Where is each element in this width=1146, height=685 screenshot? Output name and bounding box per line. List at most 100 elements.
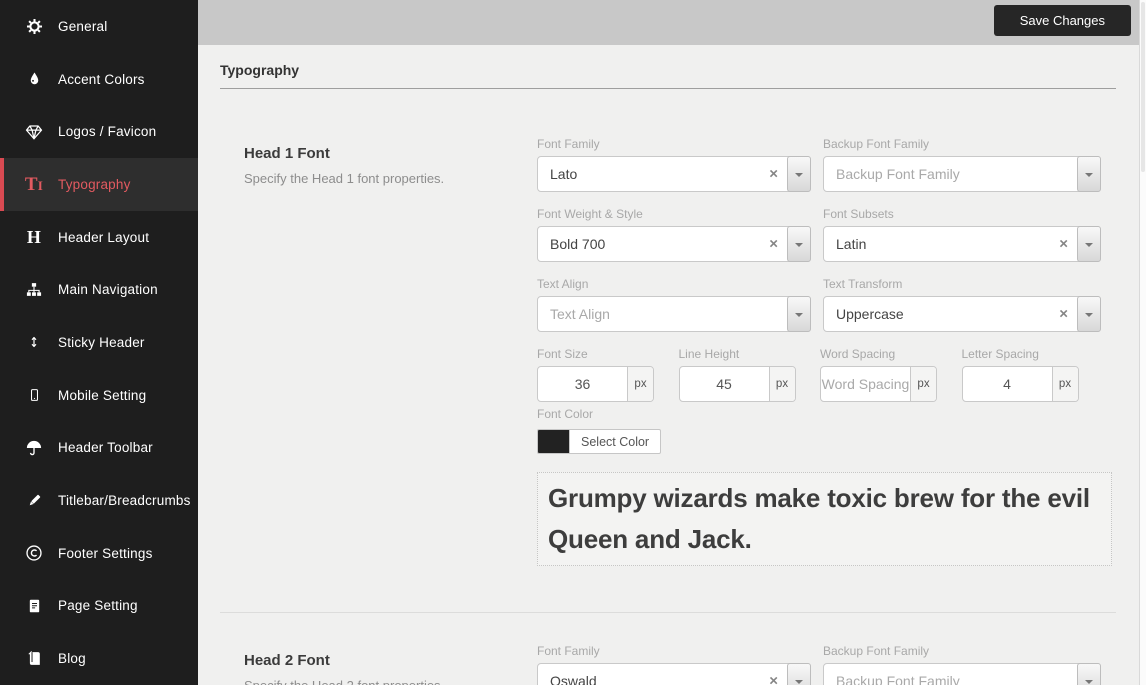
font-subsets-label: Font Subsets (823, 207, 1101, 221)
head1-font-section: Head 1 Font Specify the Head 1 font prop… (220, 137, 1116, 566)
font-size-label: Font Size (537, 347, 654, 361)
section-description: Specify the Head 1 font properties. (244, 171, 507, 186)
text-transform-label: Text Transform (823, 277, 1101, 291)
line-height-input[interactable] (680, 367, 769, 401)
section-title: Head 1 Font (244, 145, 507, 162)
head1-section-info: Head 1 Font Specify the Head 1 font prop… (220, 137, 537, 566)
font-family-select[interactable]: Lato × (537, 156, 811, 192)
font-color-label: Font Color (537, 407, 1112, 421)
chevron-down-icon[interactable] (787, 156, 811, 192)
sidebar-item-header-layout[interactable]: H Header Layout (0, 211, 198, 264)
header-layout-icon: H (21, 228, 47, 246)
sidebar-item-titlebar-breadcrumbs[interactable]: Titlebar/Breadcrumbs (0, 474, 198, 527)
chevron-down-icon[interactable] (1077, 156, 1101, 192)
placeholder-value: Text Align (550, 306, 610, 322)
sidebar-item-label: General (58, 19, 107, 34)
sidebar-item-accent-colors[interactable]: Accent Colors (0, 53, 198, 106)
sidebar-item-label: Main Navigation (58, 282, 158, 297)
vertical-arrows-icon (21, 333, 47, 351)
sidebar-item-main-navigation[interactable]: Main Navigation (0, 263, 198, 316)
page-title: Typography (220, 62, 1116, 89)
sidebar-item-general[interactable]: General (0, 0, 198, 53)
chevron-down-icon[interactable] (1077, 226, 1101, 262)
section-title: Head 2 Font (244, 652, 507, 669)
sidebar-item-blog[interactable]: Blog (0, 632, 198, 685)
unit-label: px (769, 367, 795, 401)
unit-label: px (627, 367, 653, 401)
font-weight-style-select[interactable]: Bold 700 × (537, 226, 811, 262)
copyright-icon (21, 544, 47, 562)
letter-spacing-input-group: px (962, 366, 1079, 402)
selected-value: Bold 700 (550, 236, 605, 252)
section-divider (220, 612, 1116, 613)
sidebar-item-header-toolbar[interactable]: Header Toolbar (0, 422, 198, 475)
select-color-button[interactable]: Select Color (537, 429, 661, 454)
chevron-down-icon[interactable] (1077, 663, 1101, 685)
selected-value: Uppercase (836, 306, 904, 322)
font-weight-style-label: Font Weight & Style (537, 207, 811, 221)
font-size-input-group: px (537, 366, 654, 402)
placeholder-value: Backup Font Family (836, 673, 960, 685)
font-size-input[interactable] (538, 367, 627, 401)
letter-spacing-input[interactable] (963, 367, 1052, 401)
droplet-icon (21, 70, 47, 88)
selected-value: Latin (836, 236, 866, 252)
word-spacing-input-group: px (820, 366, 937, 402)
word-spacing-input[interactable] (821, 367, 910, 401)
sidebar: General Accent Colors Logos / Favicon TI… (0, 0, 198, 685)
clear-icon[interactable]: × (769, 167, 778, 182)
word-spacing-label: Word Spacing (820, 347, 937, 361)
save-changes-button[interactable]: Save Changes (994, 5, 1131, 36)
head2-section-info: Head 2 Font Specify the Head 2 font prop… (220, 644, 537, 685)
unit-label: px (1052, 367, 1078, 401)
diamond-icon (21, 123, 47, 141)
backup-font-family-label: Backup Font Family (823, 644, 1101, 658)
clear-icon[interactable]: × (1059, 307, 1068, 322)
placeholder-value: Backup Font Family (836, 166, 960, 182)
chevron-down-icon[interactable] (787, 296, 811, 332)
line-height-input-group: px (679, 366, 796, 402)
clear-icon[interactable]: × (769, 674, 778, 685)
unit-label: px (910, 367, 936, 401)
head2-font-section: Head 2 Font Specify the Head 2 font prop… (220, 644, 1116, 685)
sidebar-item-sticky-header[interactable]: Sticky Header (0, 316, 198, 369)
font-subsets-select[interactable]: Latin × (823, 226, 1101, 262)
chevron-down-icon[interactable] (787, 663, 811, 685)
text-align-label: Text Align (537, 277, 811, 291)
backup-font-family-select[interactable]: Backup Font Family (823, 663, 1101, 685)
color-swatch (538, 430, 569, 453)
scrollbar[interactable] (1139, 0, 1146, 685)
chevron-down-icon[interactable] (787, 226, 811, 262)
scrollbar-thumb[interactable] (1141, 2, 1145, 172)
mobile-icon (21, 386, 47, 404)
chevron-down-icon[interactable] (1077, 296, 1101, 332)
typography-icon: TI (21, 175, 47, 194)
sidebar-item-footer-settings[interactable]: Footer Settings (0, 527, 198, 580)
book-icon (21, 650, 47, 667)
text-transform-select[interactable]: Uppercase × (823, 296, 1101, 332)
sitemap-icon (21, 281, 47, 298)
line-height-label: Line Height (679, 347, 796, 361)
sidebar-item-label: Typography (58, 177, 131, 192)
page-icon (21, 597, 47, 615)
font-family-select[interactable]: Oswald × (537, 663, 811, 685)
clear-icon[interactable]: × (769, 237, 778, 252)
topbar: Save Changes (198, 0, 1146, 45)
sidebar-item-label: Footer Settings (58, 546, 153, 561)
sidebar-item-label: Header Toolbar (58, 440, 153, 455)
section-description: Specify the Head 2 font properties. (244, 678, 507, 685)
sidebar-item-label: Titlebar/Breadcrumbs (58, 493, 191, 508)
backup-font-family-select[interactable]: Backup Font Family (823, 156, 1101, 192)
sidebar-item-label: Logos / Favicon (58, 124, 156, 139)
sidebar-item-mobile-setting[interactable]: Mobile Setting (0, 369, 198, 422)
clear-icon[interactable]: × (1059, 237, 1068, 252)
selected-value: Oswald (550, 673, 597, 685)
backup-font-family-label: Backup Font Family (823, 137, 1101, 151)
sidebar-item-logos-favicon[interactable]: Logos / Favicon (0, 105, 198, 158)
sidebar-item-label: Page Setting (58, 598, 138, 613)
font-preview: Grumpy wizards make toxic brew for the e… (537, 472, 1112, 566)
text-align-select[interactable]: Text Align (537, 296, 811, 332)
sidebar-item-page-setting[interactable]: Page Setting (0, 580, 198, 633)
select-color-label: Select Color (569, 430, 660, 453)
sidebar-item-typography[interactable]: TI Typography (0, 158, 198, 211)
